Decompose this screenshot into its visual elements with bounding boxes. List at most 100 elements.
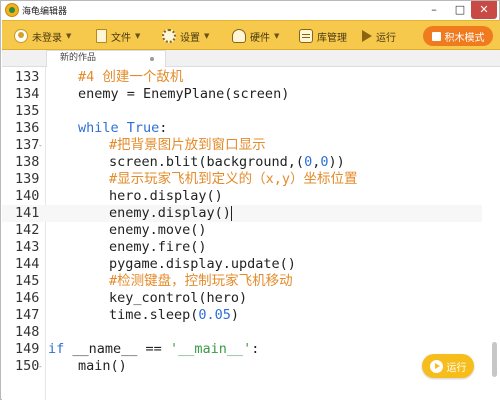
code-token: if <box>48 341 73 357</box>
maximize-button[interactable]: □ <box>447 1 473 19</box>
toolbar-run-label: 运行 <box>376 32 396 44</box>
avatar-icon <box>14 29 28 43</box>
code-text: main() <box>48 358 127 375</box>
line-number: 136 <box>15 120 40 136</box>
chevron-down-icon: ▼ <box>204 32 210 40</box>
code-token: '__main__' <box>169 341 252 357</box>
code-line[interactable]: 140 hero.display() <box>2 188 482 205</box>
floating-run-label: 运行 <box>446 362 467 374</box>
tab-new-work[interactable]: 新的作品 <box>46 50 166 67</box>
code-token: enemy.display() <box>109 205 231 221</box>
code-text: hero.display() <box>48 188 223 205</box>
code-line[interactable]: 135 <box>2 103 482 120</box>
code-line[interactable]: 150- main() <box>2 358 482 375</box>
code-line[interactable]: 143 enemy.fire() <box>2 239 482 256</box>
line-number: 134 <box>15 86 40 102</box>
code-token: True <box>126 120 160 136</box>
code-token: 0 <box>304 154 313 170</box>
code-text: enemy = EnemyPlane(screen) <box>48 86 289 103</box>
hardware-menu-label: 硬件 <box>250 32 270 44</box>
code-text: key_control(hero) <box>48 290 247 307</box>
line-number: 149 <box>15 341 40 357</box>
unsaved-dot-icon[interactable] <box>150 57 154 61</box>
code-text: while True: <box>48 120 167 137</box>
chevron-down-icon: ▼ <box>66 32 72 40</box>
code-line[interactable]: 144 pygame.display.update() <box>2 256 482 273</box>
line-number: 133 <box>15 69 40 85</box>
library-manager-label: 库管理 <box>317 32 347 44</box>
file-menu-label: 文件 <box>111 32 131 44</box>
code-token: : <box>159 120 168 136</box>
code-token: )) <box>328 154 345 170</box>
settings-menu-label: 设置 <box>180 32 200 44</box>
code-editor[interactable]: 133 #4 创建一个敌机 134 enemy = EnemyPlane(screen… <box>2 67 500 400</box>
close-button[interactable]: ✕ <box>471 1 497 19</box>
login-menu[interactable]: 未登录 ▼ <box>14 27 71 45</box>
code-text: time.sleep(0.05) <box>48 307 239 324</box>
code-token: enemy = EnemyPlane(screen) <box>78 86 290 102</box>
code-line[interactable]: 148 <box>2 324 482 341</box>
code-line[interactable]: 142 enemy.move() <box>2 222 482 239</box>
line-number: 145 <box>15 273 40 289</box>
code-text: enemy.move() <box>48 222 207 239</box>
login-label: 未登录 <box>32 32 62 44</box>
code-token: 0 <box>320 154 329 170</box>
code-token: key_control(hero) <box>109 290 248 306</box>
library-icon <box>299 29 313 43</box>
settings-menu[interactable]: 设置 ▼ <box>162 27 209 45</box>
hardware-icon <box>232 29 246 43</box>
code-token: 0.05 <box>198 307 231 323</box>
code-token: enemy.fire() <box>109 239 207 255</box>
text-cursor <box>230 205 232 221</box>
minimize-button[interactable]: – <box>421 1 447 19</box>
line-number: 150 <box>15 358 40 374</box>
line-number: 146 <box>15 290 40 306</box>
code-line[interactable]: 138 screen.blit(background,(0,0)) <box>2 154 482 171</box>
code-text: enemy.fire() <box>48 239 207 256</box>
fold-marker-icon[interactable]: - <box>38 137 43 154</box>
code-line[interactable]: 147 time.sleep(0.05) <box>2 307 482 324</box>
code-line-active[interactable]: 141 enemy.display() <box>2 205 482 222</box>
fold-marker-icon[interactable]: - <box>38 358 43 375</box>
toolbar-run-button[interactable]: 运行 <box>362 27 396 45</box>
play-icon <box>362 30 372 42</box>
code-line[interactable]: 133 #4 创建一个敌机 <box>2 69 482 86</box>
line-number: 140 <box>15 188 40 204</box>
code-text: #4 创建一个敌机 <box>48 69 183 86</box>
file-menu[interactable]: 文件 ▼ <box>96 27 140 45</box>
code-token: hero.display() <box>109 188 223 204</box>
app-window: 海龟编辑器 – □ ✕ 未登录 ▼ 文件 ▼ 设置 ▼ 硬件 ▼ 库管理 运行 … <box>0 0 500 400</box>
chevron-down-icon: ▼ <box>135 32 141 40</box>
turtle-logo-icon <box>5 3 19 17</box>
line-number: 148 <box>15 324 40 340</box>
hardware-menu[interactable]: 硬件 ▼ <box>232 27 279 45</box>
play-circle-icon <box>429 359 443 373</box>
line-number: 141 <box>15 205 40 221</box>
code-token: : <box>251 341 260 357</box>
code-line[interactable]: 136 while True: <box>2 120 482 137</box>
gear-icon <box>162 29 176 43</box>
tab-label: 新的作品 <box>60 53 97 63</box>
editor-tab-strip: 新的作品 <box>2 50 500 67</box>
line-number: 137 <box>15 137 40 153</box>
block-mode-button[interactable]: 积木模式 <box>423 26 493 46</box>
code-line[interactable]: 139 #显示玩家飞机到定义的（x,y）坐标位置 <box>2 171 482 188</box>
line-number: 143 <box>15 239 40 255</box>
code-line[interactable]: 149 if __name__ == '__main__': <box>2 341 482 358</box>
line-number: 144 <box>15 256 40 272</box>
code-token: #检测键盘，控制玩家飞机移动 <box>109 273 293 289</box>
code-token: #4 创建一个敌机 <box>78 69 184 85</box>
code-line[interactable]: 145 #检测键盘，控制玩家飞机移动 <box>2 273 482 290</box>
code-line[interactable]: 137- #把背景图片放到窗口显示 <box>2 137 482 154</box>
code-text: screen.blit(background,(0,0)) <box>48 154 345 171</box>
code-token: #显示玩家飞机到定义的（x,y）坐标位置 <box>109 171 358 187</box>
file-icon <box>96 29 107 43</box>
title-bar: 海龟编辑器 – □ ✕ <box>1 1 499 20</box>
scrollbar-thumb[interactable] <box>492 342 497 377</box>
code-token: #把背景图片放到窗口显示 <box>109 137 266 153</box>
code-line[interactable]: 134 enemy = EnemyPlane(screen) <box>2 86 482 103</box>
floating-run-button[interactable]: 运行 <box>422 354 474 378</box>
editor-scrollbar[interactable] <box>491 67 499 400</box>
library-manager-button[interactable]: 库管理 <box>299 27 347 45</box>
code-line[interactable]: 146 key_control(hero) <box>2 290 482 307</box>
